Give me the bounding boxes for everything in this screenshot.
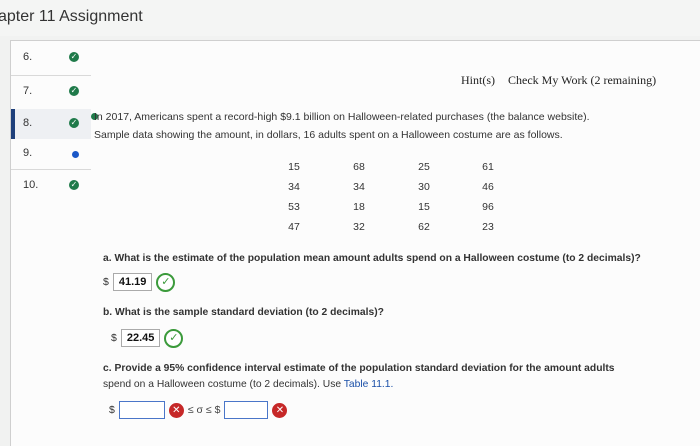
nav-item-label: 9.	[23, 147, 33, 159]
part-c-question-line-1: c. Provide a 95% confidence interval est…	[103, 363, 615, 374]
hint-bar: Hint(s) Check My Work (2 remaining)	[461, 73, 656, 88]
upper-bound-input[interactable]	[224, 401, 269, 419]
currency-symbol: $	[103, 276, 109, 288]
table-cell: 25	[418, 161, 430, 173]
page-title: apter 11 Assignment	[0, 8, 143, 25]
nav-item-label: 8.	[23, 117, 33, 129]
nav-item-label: 10.	[23, 179, 39, 191]
part-b-answer-row: $ 22.45 ✓	[111, 328, 184, 348]
table-cell: 46	[482, 181, 494, 193]
table-cell: 68	[353, 161, 365, 173]
correct-check-icon: ✓	[164, 328, 184, 348]
intro-line-2: Sample data showing the amount, in dolla…	[94, 129, 563, 141]
completed-check-icon: ✓	[69, 86, 79, 96]
assignment-panel: 6. ✓ 7. ✓ 8. ✓ 9. 10. ✓ Hint(s) Check My…	[10, 40, 700, 446]
nav-item-8[interactable]: 8. ✓	[11, 109, 91, 139]
part-c-question-line-2: spend on a Halloween costume (to 2 decim…	[103, 379, 394, 390]
divider	[11, 169, 91, 170]
nav-item-label: 7.	[23, 85, 33, 97]
question-nav: 6. ✓ 7. ✓ 8. ✓ 9. 10. ✓	[11, 41, 91, 446]
currency-symbol: $	[111, 332, 117, 344]
completed-check-icon: ✓	[69, 118, 79, 128]
correct-check-icon: ✓	[156, 272, 176, 292]
interval-relation: ≤ σ ≤ $	[187, 404, 221, 416]
table-cell: 32	[353, 221, 365, 233]
part-b-answer-field[interactable]: 22.45	[120, 329, 161, 347]
currency-symbol: $	[109, 404, 115, 416]
table-cell: 96	[482, 201, 494, 213]
table-cell: 47	[288, 221, 300, 233]
part-c-answer-row: $ ✕ ≤ σ ≤ $ ✕	[109, 401, 288, 419]
table-cell: 62	[418, 221, 430, 233]
incorrect-x-icon: ✕	[272, 402, 288, 418]
question-intro: In 2017, Americans spent a record-high $…	[94, 108, 694, 144]
check-my-work-link[interactable]: Check My Work	[508, 73, 587, 87]
table-cell: 53	[288, 201, 300, 213]
table-cell: 23	[482, 221, 494, 233]
table-cell: 34	[353, 181, 365, 193]
table-cell: 34	[288, 181, 300, 193]
lower-bound-input[interactable]	[118, 401, 165, 419]
in-progress-dot-icon	[72, 151, 79, 158]
hints-link[interactable]: Hint(s)	[461, 73, 495, 87]
divider	[11, 75, 91, 76]
nav-item-9[interactable]: 9.	[11, 139, 91, 169]
nav-item-10[interactable]: 10. ✓	[11, 171, 91, 201]
table-cell: 15	[288, 161, 300, 173]
part-a-question: a. What is the estimate of the populatio…	[103, 253, 641, 264]
completed-check-icon: ✓	[69, 180, 79, 190]
table-cell: 18	[353, 201, 365, 213]
table-11-1-link[interactable]: Table 11.1.	[344, 379, 394, 390]
part-a-answer-field[interactable]: 41.19	[112, 273, 153, 291]
incorrect-x-icon: ✕	[168, 402, 184, 418]
nav-item-6[interactable]: 6. ✓	[11, 43, 91, 73]
intro-line-1: In 2017, Americans spent a record-high $…	[94, 111, 590, 123]
nav-item-label: 6.	[23, 51, 33, 63]
table-cell: 61	[482, 161, 494, 173]
completed-check-icon: ✓	[69, 52, 79, 62]
nav-item-7[interactable]: 7. ✓	[11, 77, 91, 107]
remaining-count: (2 remaining)	[590, 73, 657, 87]
part-a-answer-row: $ 41.19 ✓	[103, 272, 176, 292]
part-b-question: b. What is the sample standard deviation…	[103, 307, 384, 318]
table-cell: 30	[418, 181, 430, 193]
title-bar: apter 11 Assignment	[0, 0, 700, 36]
table-cell: 15	[418, 201, 430, 213]
